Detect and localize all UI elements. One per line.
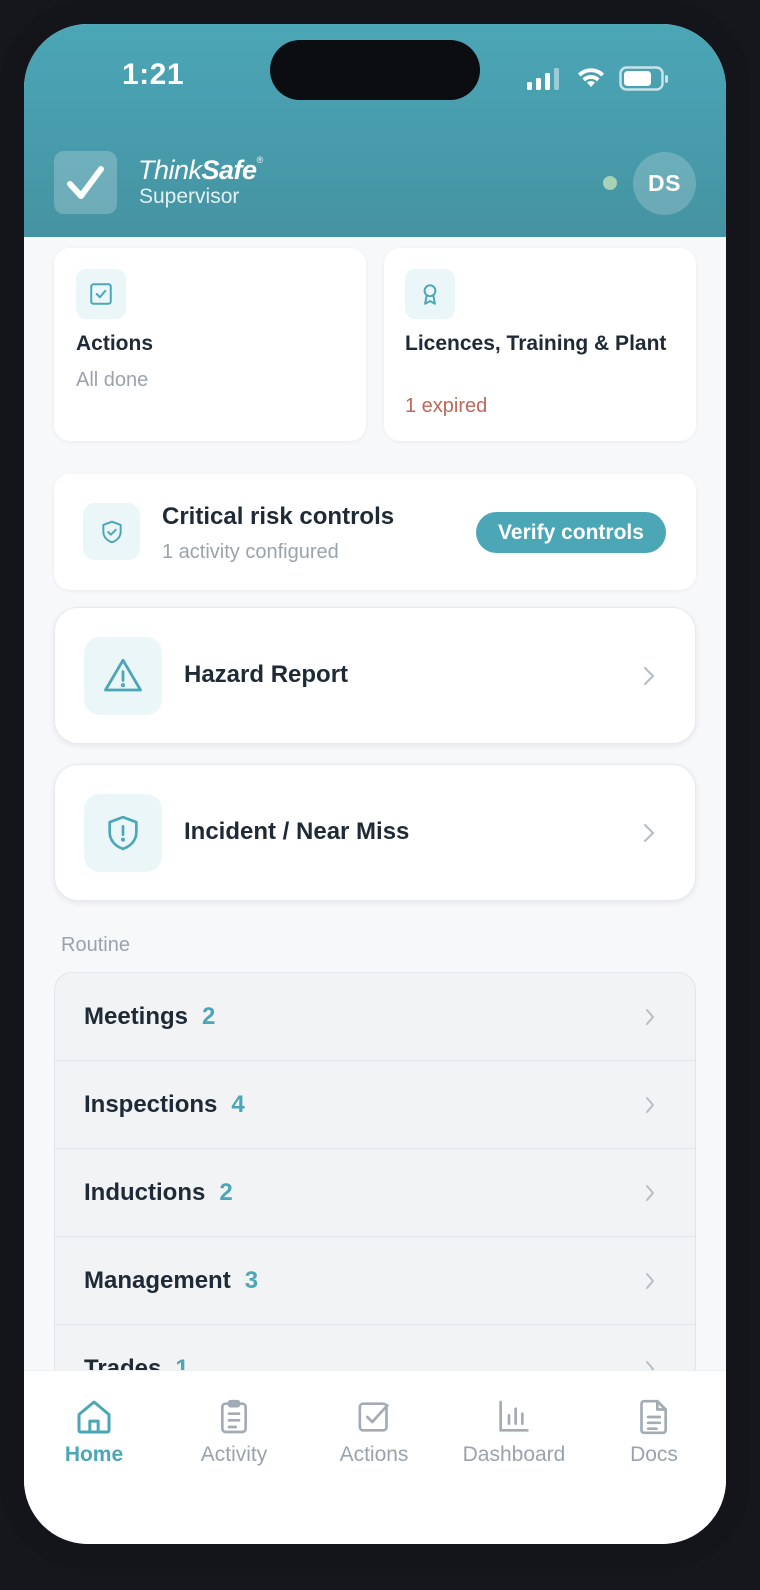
document-icon: [640, 1399, 667, 1435]
avatar[interactable]: DS: [633, 152, 696, 215]
item-name: Inductions: [84, 1179, 206, 1206]
battery-icon: [619, 66, 668, 91]
checkmark-logo-icon: [67, 166, 104, 199]
item-count: 4: [231, 1091, 245, 1118]
award-icon: [405, 269, 455, 319]
incident-near-miss-label: Incident / Near Miss: [184, 818, 410, 845]
app-screen: 1:21 ThinkSafe® Supervisor DS Actions Al…: [24, 24, 726, 1544]
bottom-tab-bar: Home Activity Actions Dashboard Docs: [24, 1370, 726, 1544]
tab-docs[interactable]: Docs: [584, 1391, 724, 1471]
verify-controls-button[interactable]: Verify controls: [476, 512, 666, 553]
critical-subtitle: 1 activity configured: [162, 541, 339, 563]
wifi-icon: [578, 68, 604, 87]
list-item-inductions[interactable]: Inductions 2: [55, 1149, 695, 1237]
home-icon: [77, 1400, 111, 1434]
online-status-dot: [603, 176, 617, 190]
tab-label: Docs: [630, 1443, 678, 1466]
checkbox-icon: [76, 269, 126, 319]
routine-section-label: Routine: [61, 934, 130, 956]
card-subtitle-expired: 1 expired: [405, 395, 488, 417]
item-count: 3: [244, 1267, 259, 1294]
actions-summary-card[interactable]: Actions All done: [54, 248, 366, 441]
shield-check-icon: [83, 503, 140, 560]
item-name: Meetings: [84, 1003, 189, 1030]
list-item-management[interactable]: Management 3: [55, 1237, 695, 1325]
brand-name: ThinkSafe®: [138, 155, 263, 185]
list-item-inspections[interactable]: Inspections 4: [55, 1061, 695, 1149]
item-name: Inspections: [84, 1091, 218, 1118]
user-role: Supervisor: [139, 185, 240, 208]
item-count: 2: [202, 1003, 216, 1030]
tab-label: Actions: [339, 1443, 409, 1466]
tab-label: Dashboard: [462, 1443, 566, 1466]
tab-activity[interactable]: Activity: [164, 1391, 304, 1471]
chevron-right-icon: [643, 666, 655, 686]
tab-label: Activity: [200, 1443, 268, 1466]
chevron-right-icon: [646, 1273, 654, 1289]
status-icons: [524, 64, 674, 92]
list-item-meetings[interactable]: Meetings 2: [55, 973, 695, 1061]
incident-near-miss-card[interactable]: Incident / Near Miss: [54, 764, 696, 901]
tab-label: Home: [64, 1443, 124, 1466]
dynamic-island: [270, 40, 480, 100]
tab-actions[interactable]: Actions: [304, 1391, 444, 1471]
app-header: 1:21 ThinkSafe® Supervisor DS: [24, 24, 726, 237]
tab-dashboard[interactable]: Dashboard: [444, 1391, 584, 1471]
chevron-right-icon: [646, 1097, 654, 1113]
chevron-right-icon: [646, 1009, 654, 1025]
app-logo: [54, 151, 117, 214]
card-title: Actions: [76, 332, 154, 355]
card-title: Licences, Training & Plant: [405, 332, 667, 355]
critical-title: Critical risk controls: [162, 503, 395, 530]
checkbox-icon: [358, 1402, 389, 1432]
bar-chart-icon: [499, 1400, 529, 1432]
card-subtitle: All done: [76, 369, 149, 391]
signal-icon: [527, 68, 559, 90]
clipboard-icon: [221, 1399, 247, 1434]
item-count: 2: [219, 1179, 233, 1206]
licences-summary-card[interactable]: Licences, Training & Plant 1 expired: [384, 248, 696, 441]
routine-list: Meetings 2 Inspections 4 Inductions 2 Manag…: [54, 972, 696, 1432]
hazard-report-label: Hazard Report: [184, 661, 349, 688]
tab-home[interactable]: Home: [24, 1391, 164, 1471]
chevron-right-icon: [646, 1185, 654, 1201]
status-time: 1:21: [122, 58, 185, 91]
hazard-report-card[interactable]: Hazard Report: [54, 607, 696, 744]
shield-alert-icon: [84, 794, 162, 872]
warning-triangle-icon: [84, 637, 162, 715]
item-name: Management: [84, 1267, 231, 1294]
device-frame: 1:21 ThinkSafe® Supervisor DS Actions Al…: [0, 0, 750, 1569]
chevron-right-icon: [643, 823, 655, 843]
